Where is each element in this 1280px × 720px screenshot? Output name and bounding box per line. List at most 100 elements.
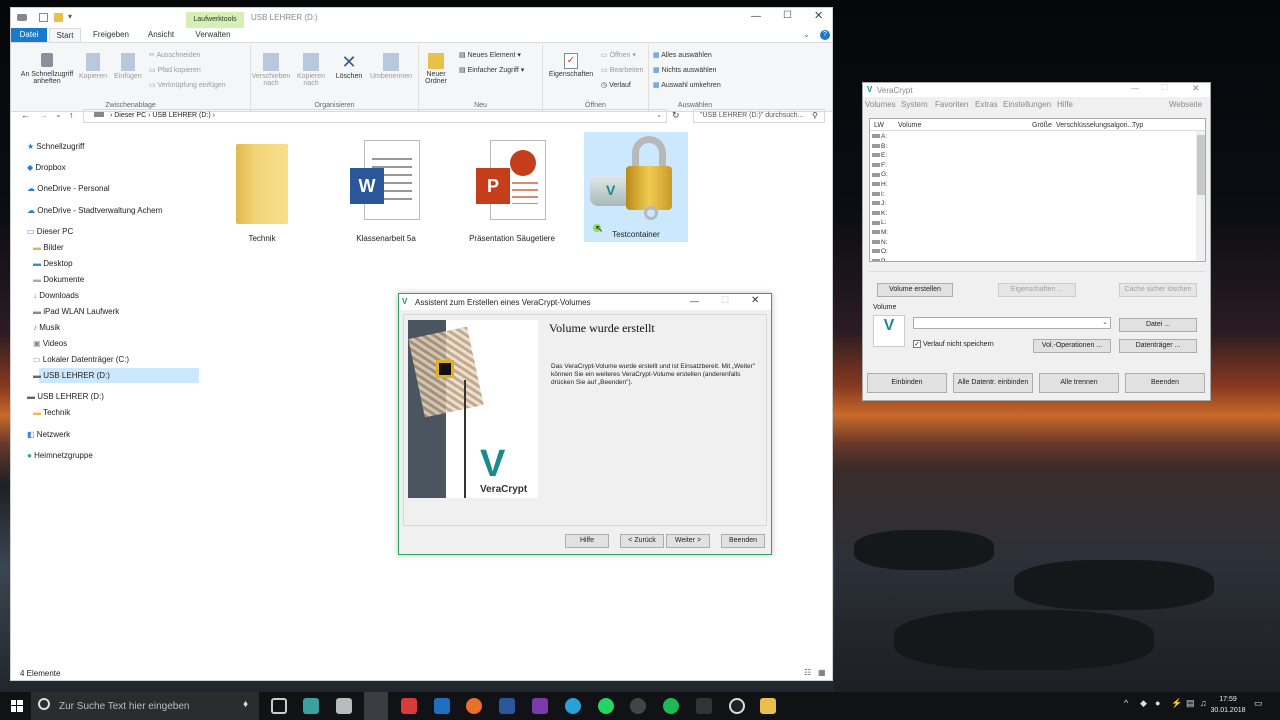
vc-col-lw[interactable]: LW [874,122,884,129]
vc-menu-volumes[interactable]: Volumes [865,100,896,109]
veracrypt-taskbar-icon[interactable] [364,692,388,720]
tray-app-icon[interactable]: ⚡ [1171,698,1182,709]
app-icon[interactable] [336,698,352,714]
firefox-icon[interactable] [466,698,482,714]
maximize-button[interactable]: ☐ [783,10,792,21]
network-tray-icon[interactable]: ▤ [1186,698,1195,709]
app-icon[interactable] [434,698,450,714]
dropbox-tray-icon[interactable]: ◆ [1140,698,1147,709]
vc-file-button[interactable]: Datei ... [1119,318,1197,332]
vc-drive-row[interactable]: K: [872,210,887,217]
checkbox-checked-icon[interactable]: ✓ [913,340,921,348]
nav-music[interactable]: ♪ Musik [33,323,60,332]
easy-access-button[interactable]: ▤ Einfacher Zugriff ▾ [459,66,524,74]
file-explorer-icon[interactable] [760,698,776,714]
vc-menu-system[interactable]: System [901,100,928,109]
vc-maximize-button[interactable]: ☐ [1161,83,1168,92]
vc-drive-row[interactable]: I: [872,191,885,198]
nav-homegroup[interactable]: ● Heimnetzgruppe [27,451,93,460]
vc-wipe-cache-button[interactable]: Cache sicher löschen [1119,283,1197,297]
vc-menu-einstellungen[interactable]: Einstellungen [1003,100,1051,109]
wizard-minimize-button[interactable]: — [690,296,699,306]
wizard-help-button[interactable]: Hilfe [565,534,609,548]
vc-col-type[interactable]: Typ [1132,122,1143,129]
app-icon[interactable] [696,698,712,714]
tab-freigeben[interactable]: Freigeben [87,28,135,42]
tab-start[interactable]: Start [49,28,81,42]
select-none-button[interactable]: ▦ Nichts auswählen [653,66,716,74]
copy-to-button[interactable]: Kopieren nach [291,53,331,87]
nav-usb-selected[interactable]: ▬ USB LEHRER (D:) [33,371,110,380]
tray-app-icon[interactable]: ● [1155,698,1160,708]
vc-drive-row[interactable]: H: [872,181,888,188]
action-center-icon[interactable]: ▭ [1254,698,1263,709]
new-folder-qat-icon[interactable] [54,13,63,22]
vc-col-volume[interactable]: Volume [898,122,921,129]
minimize-button[interactable]: — [751,11,761,22]
breadcrumb-this-pc[interactable]: Dieser PC [114,112,146,119]
app-icon[interactable] [630,698,646,714]
address-dropdown-icon[interactable]: ⌄ [656,110,662,122]
vc-col-size[interactable]: Größe [1032,122,1052,129]
properties-qat-icon[interactable] [39,13,48,22]
vc-drive-list[interactable]: LW Volume Größe Verschlüsselungsalgori..… [869,118,1206,262]
wizard-maximize-button[interactable]: ☐ [721,295,729,306]
nav-videos[interactable]: ▣ Videos [33,339,67,348]
nav-usb[interactable]: ▬ USB LEHRER (D:) [27,392,104,401]
paste-button[interactable]: Einfügen [111,53,145,80]
task-view-icon[interactable] [271,698,287,714]
delete-button[interactable]: ✕ Löschen [333,53,365,80]
vc-drive-row[interactable]: F: [872,162,887,169]
file-item-praesentation[interactable]: P Präsentation Säugetiere [460,140,564,243]
tab-datei[interactable]: Datei [11,28,47,42]
vc-never-save-history[interactable]: ✓ Verlauf nicht speichern [913,340,994,348]
nav-downloads[interactable]: ↓ Downloads [33,291,79,300]
vc-volume-tools-button[interactable]: Vol.-Operationen ... [1033,339,1111,353]
clock-time[interactable]: 17:59 [1206,696,1250,703]
wizard-back-button[interactable]: < Zurück [620,534,664,548]
vc-drive-row[interactable]: A: [872,133,887,140]
vc-dismount-all-button[interactable]: Alle trennen [1039,373,1119,393]
properties-button[interactable]: ✓ Eigenschaften [543,53,599,78]
vc-drive-row[interactable]: N: [872,239,888,246]
nav-dropbox[interactable]: ◆ Dropbox [27,163,66,172]
vc-menu-webseite[interactable]: Webseite [1169,100,1202,109]
vc-drive-row[interactable]: O: [872,248,888,255]
move-to-button[interactable]: Verschieben nach [251,53,291,87]
nav-quick-access[interactable]: ★ Schnellzugriff [27,142,84,151]
forward-button[interactable]: → [39,110,48,120]
select-all-button[interactable]: ▦ Alles auswählen [653,51,712,59]
app-icon[interactable] [303,698,319,714]
back-button[interactable]: ← [21,110,30,120]
file-item-technik[interactable]: Technik [210,140,314,243]
details-view-icon[interactable]: ☷ [804,668,811,677]
wizard-close-button[interactable]: ✕ [751,295,759,306]
nav-this-pc[interactable]: ▭ Dieser PC [27,227,73,236]
up-button[interactable]: ↑ [69,110,74,120]
vc-select-device-button[interactable]: Datenträger ... [1119,339,1197,353]
nav-onedrive-work[interactable]: ☁ OneDrive - Stadtverwaltung Achern [27,206,163,215]
nav-documents[interactable]: ▬ Dokumente [33,275,84,284]
nav-ipad[interactable]: ▬ iPad WLAN Laufwerk [33,307,119,316]
close-button[interactable]: ✕ [814,9,823,22]
vc-drive-row[interactable]: P: [872,258,887,261]
nav-desktop[interactable]: ▬ Desktop [33,259,73,268]
vc-drive-row[interactable]: E: [872,152,887,159]
word-icon[interactable] [499,698,515,714]
vc-menu-hilfe[interactable]: Hilfe [1057,100,1073,109]
nav-network[interactable]: ◧ Netzwerk [27,430,70,439]
breadcrumb-usb[interactable]: USB LEHRER (D:) [152,112,210,119]
new-folder-button[interactable]: Neuer Ordner [421,53,451,85]
chevron-down-icon[interactable]: ⌄ [1102,318,1108,326]
nav-technik[interactable]: ▬ Technik [33,408,70,417]
vc-drive-row[interactable]: G: [872,171,888,178]
whatsapp-icon[interactable] [598,698,614,714]
collapse-ribbon-icon[interactable]: ⌄ [803,30,810,39]
nav-local-disk[interactable]: ▭ Lokaler Datenträger (C:) [33,355,129,364]
spotify-icon[interactable] [663,698,679,714]
address-bar[interactable]: › Dieser PC › USB LEHRER (D:) › ⌄ [83,109,667,123]
nav-pictures[interactable]: ▬ Bilder [33,243,64,252]
vc-drive-row[interactable]: M: [872,229,888,236]
new-item-button[interactable]: ▤ Neues Element ▾ [459,51,521,59]
pin-button[interactable]: An Schnellzugriff anheften [15,53,79,85]
